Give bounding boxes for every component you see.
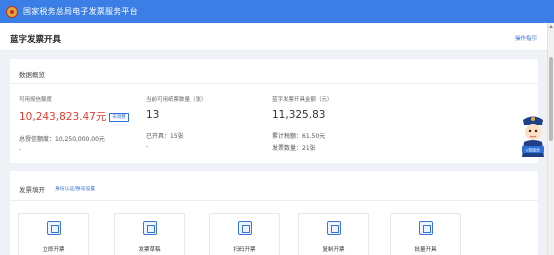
tax-emblem-icon bbox=[6, 5, 18, 18]
app-title: 国家税务总局电子发票服务平台 bbox=[23, 7, 138, 16]
invoice-icon bbox=[47, 221, 61, 235]
issued-row: 已开具：15张 bbox=[146, 131, 207, 140]
credit-column: 可用授信额度 10,243,823.47元 去调整 总授信额度：10,250,00… bbox=[19, 95, 129, 153]
avatar-badge: E税服务 bbox=[526, 148, 540, 153]
tax-label: 累计税额： bbox=[272, 133, 303, 140]
card-label: 扫码开票 bbox=[233, 247, 256, 253]
credit-label: 可用授信额度 bbox=[19, 97, 53, 103]
card-label: 复制开票 bbox=[322, 247, 345, 253]
page-title: 蓝字发票开具 bbox=[10, 35, 62, 45]
divider bbox=[10, 83, 538, 84]
page-header: 蓝字发票开具 操作指引 bbox=[0, 23, 547, 51]
credit-value: 10,243,823.47元 bbox=[19, 111, 107, 123]
draft-icon bbox=[143, 221, 157, 235]
scroll-up-icon[interactable] bbox=[549, 25, 553, 28]
invoice-num-label: 发票数量： bbox=[272, 145, 303, 152]
adjust-button[interactable]: 去调整 bbox=[109, 113, 129, 122]
divider bbox=[10, 200, 538, 201]
paper-count-label: 当前可用纸票数量（张） bbox=[146, 97, 207, 103]
draft-card[interactable]: 发票草稿 bbox=[114, 213, 185, 255]
scrollbar-thumb[interactable] bbox=[549, 57, 553, 141]
total-credit-row: 总授信额度：10,250,000.00元 bbox=[19, 134, 129, 143]
credit-dash: - bbox=[19, 146, 22, 153]
paper-count-column: 当前可用纸票数量（张） 13 已开具：15张 - bbox=[146, 95, 207, 150]
card-label: 批量开具 bbox=[414, 247, 437, 253]
invoice-num-value: 21张 bbox=[302, 145, 316, 152]
copy-icon bbox=[327, 221, 341, 235]
credit-value-row: 10,243,823.47元 去调整 bbox=[19, 109, 129, 124]
qr-scan-icon bbox=[238, 221, 252, 235]
batch-issue-card[interactable]: 批量开具 bbox=[390, 213, 461, 255]
issued-label: 已开具： bbox=[146, 133, 171, 140]
issued-value: 15张 bbox=[170, 133, 184, 140]
amount-column: 蓝字发票开具金额（元） 11,325.83 累计税额：61.50元 发票数量：2… bbox=[272, 95, 333, 152]
assistant-avatar-icon: E税服务 bbox=[522, 116, 544, 157]
total-credit-value: 10,250,000.00元 bbox=[55, 136, 105, 143]
scan-issue-card[interactable]: 扫码开票 bbox=[209, 213, 280, 255]
top-bar: 国家税务总局电子发票服务平台 bbox=[0, 0, 554, 23]
card-label: 发票草稿 bbox=[138, 247, 161, 253]
total-credit-label: 总授信额度： bbox=[19, 136, 56, 143]
scrollbar[interactable] bbox=[547, 23, 554, 255]
invoice-num-row: 发票数量：21张 bbox=[272, 143, 333, 152]
operation-guide-link[interactable]: 操作指引 bbox=[515, 34, 537, 42]
card-label: 立即开票 bbox=[42, 247, 65, 253]
batch-icon bbox=[419, 221, 433, 235]
assistant-avatar[interactable]: E税服务 bbox=[518, 113, 548, 157]
tax-row: 累计税额：61.50元 bbox=[272, 131, 333, 140]
count-dash: - bbox=[146, 143, 149, 150]
paper-count-value: 13 bbox=[146, 109, 160, 121]
identity-auth-link[interactable]: 身份认证/税号设置 bbox=[55, 185, 95, 192]
amount-label: 蓝字发票开具金额（元） bbox=[272, 97, 333, 103]
data-overview-panel: 数据概览 可用授信额度 10,243,823.47元 去调整 总授信额度：10,2… bbox=[10, 59, 538, 163]
tax-value: 61.50元 bbox=[302, 133, 326, 140]
overview-title: 数据概览 bbox=[19, 71, 45, 79]
amount-value: 11,325.83 bbox=[272, 109, 326, 121]
issue-title: 发票填开 bbox=[19, 186, 45, 194]
invoice-issue-panel: 发票填开 身份认证/税号设置 立即开票 发票草稿 扫码开票 复制开票 批量开具 bbox=[10, 171, 538, 255]
copy-issue-card[interactable]: 复制开票 bbox=[298, 213, 369, 255]
issue-now-card[interactable]: 立即开票 bbox=[18, 213, 89, 255]
